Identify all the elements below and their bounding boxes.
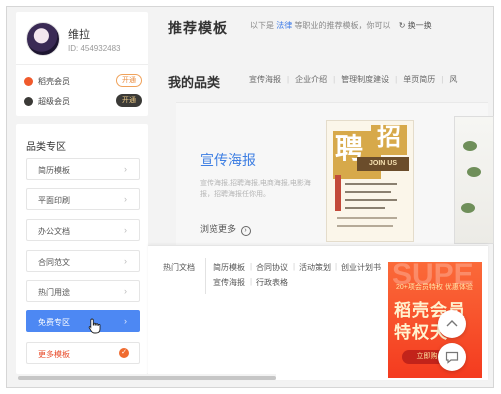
vip-ad-banner[interactable]: SUPE 20+项会员特权 优惠体验 稻壳会员 特权天 立即购 (388, 262, 482, 378)
sidebar-title: 品类专区 (26, 142, 66, 153)
tab-separator: | (441, 75, 444, 84)
chevron-right-icon: › (124, 225, 127, 235)
sidebar-item-label: 合同范文 (38, 258, 70, 267)
plant-decoration (463, 141, 477, 151)
sidebar-item-label: 办公文档 (38, 227, 70, 236)
sidebar-item-resume[interactable]: 简历模板 › (26, 158, 140, 180)
hand-cursor-icon (88, 318, 101, 334)
dropdown-link-contract[interactable]: 合同协议 (256, 262, 288, 273)
tab-management[interactable]: 管理制度建设 (341, 74, 389, 85)
desc-prefix: 以下是 (250, 21, 274, 30)
tab-more-cut[interactable]: 风 (449, 74, 457, 85)
user-card: 维拉 ID: 454932483 稻壳会员 开通 超级会员 开通 (16, 12, 148, 116)
banner-description: 宣传海报,招聘海报,电商海报,电影海报，招聘海报任你用。 (200, 180, 311, 198)
open-docer-vip-button[interactable]: 开通 (116, 74, 142, 87)
tab-single-resume[interactable]: 单页简历 (403, 74, 435, 85)
poster-red-strip (335, 175, 341, 211)
category-sidebar: 品类专区 简历模板 › 平面印刷 › 办公文档 › 合同范文 › 热门用途 › … (16, 124, 148, 374)
banner-title[interactable]: 宣传海报 (200, 150, 256, 170)
profession-link[interactable]: 法律 (276, 21, 292, 30)
chat-icon (445, 351, 459, 364)
sidebar-item-free[interactable]: 免费专区 › (26, 310, 140, 332)
hot-docs-label: 热门文档 (163, 263, 195, 272)
desc-suffix: 等职业的推荐模板，你可以 (294, 21, 391, 30)
tab-poster[interactable]: 宣传海报 (249, 74, 281, 85)
dropdown-link-poster[interactable]: 宣传海报 (213, 277, 245, 288)
tab-separator: | (287, 75, 290, 84)
link-separator: | (335, 262, 338, 271)
link-separator: | (250, 277, 253, 286)
chevron-up-icon (446, 320, 458, 327)
open-super-vip-button[interactable]: 开通 (116, 94, 142, 107)
user-id: ID: 454932483 (68, 44, 121, 53)
vip-row-docer: 稻壳会员 开通 (24, 74, 142, 90)
chevron-right-icon: › (124, 164, 127, 174)
sidebar-item-label: 热门用途 (38, 288, 70, 297)
browse-more-link[interactable]: 浏览更多 › (200, 222, 251, 236)
poster-join-label: JOIN US (357, 157, 409, 171)
my-category-title: 我的品类 (168, 75, 221, 90)
my-category-tabs: 宣传海报 | 企业介绍 | 管理制度建设 | 单页简历 | 风 (249, 74, 457, 85)
sidebar-item-office[interactable]: 办公文档 › (26, 219, 140, 241)
poster-thumbnail-2[interactable] (454, 116, 494, 244)
ad-subtitle: 20+项会员特权 优惠体验 (396, 284, 473, 291)
link-separator: | (293, 262, 296, 271)
poster-text-line (337, 217, 397, 219)
sidebar-item-label: 平面印刷 (38, 196, 70, 205)
poster-heading: 招 (377, 124, 401, 151)
page-title: 推荐模板 (168, 20, 228, 36)
chevron-right-icon: › (124, 316, 127, 326)
tab-separator: | (333, 75, 336, 84)
chevron-right-icon: › (124, 256, 127, 266)
dropdown-link-admin-forms[interactable]: 行政表格 (256, 277, 288, 288)
avatar[interactable] (26, 22, 60, 56)
scroll-top-button[interactable] (438, 310, 466, 338)
username: 维拉 (68, 29, 90, 41)
docer-vip-icon (24, 77, 33, 86)
poster-text-line (345, 207, 385, 209)
recommend-description: 以下是 法律 等职业的推荐模板，你可以 ↻ 换一换 (250, 20, 432, 31)
poster-text-line (345, 199, 397, 201)
vip-row-super: 超级会员 开通 (24, 94, 142, 110)
chevron-right-icon: › (124, 286, 127, 296)
divider (205, 258, 206, 294)
poster-text-line (345, 183, 397, 185)
tab-company-intro[interactable]: 企业介绍 (295, 74, 327, 85)
sidebar-item-label: 简历模板 (38, 166, 70, 175)
sidebar-item-contract[interactable]: 合同范文 › (26, 250, 140, 272)
dropdown-link-business-plan[interactable]: 创业计划书 (341, 262, 381, 273)
sidebar-item-label: 免费专区 (38, 318, 70, 327)
sidebar-item-hot-use[interactable]: 热门用途 › (26, 280, 140, 302)
refresh-icon: ↻ (398, 21, 406, 30)
super-vip-icon (24, 97, 33, 106)
more-badge-icon: ✓ (119, 348, 129, 358)
scrollbar-thumb[interactable] (18, 376, 276, 380)
poster-thumbnail[interactable]: 聘 招 JOIN US (326, 120, 414, 242)
browse-more-label: 浏览更多 (200, 224, 237, 234)
poster-text-line (337, 225, 393, 227)
plant-decoration (467, 167, 481, 177)
dropdown-link-event[interactable]: 活动策划 (299, 262, 331, 273)
sidebar-item-more[interactable]: 更多模板 ✓ (26, 342, 140, 364)
arrow-circle-icon: › (240, 226, 251, 236)
poster-text-line (345, 191, 391, 193)
divider (16, 64, 148, 65)
vip-label: 稻壳会员 (38, 77, 70, 86)
link-separator: | (250, 262, 253, 271)
refresh-button[interactable]: ↻ 换一换 (399, 21, 432, 30)
vip-label: 超级会员 (38, 97, 70, 106)
dropdown-link-resume[interactable]: 简历模板 (213, 262, 245, 273)
refresh-label: 换一换 (407, 21, 432, 30)
sidebar-item-print[interactable]: 平面印刷 › (26, 188, 140, 210)
chevron-right-icon: › (124, 194, 127, 204)
tab-separator: | (395, 75, 398, 84)
feedback-button[interactable] (438, 343, 466, 371)
plant-decoration (461, 203, 475, 213)
sidebar-item-label: 更多模板 (38, 350, 70, 359)
